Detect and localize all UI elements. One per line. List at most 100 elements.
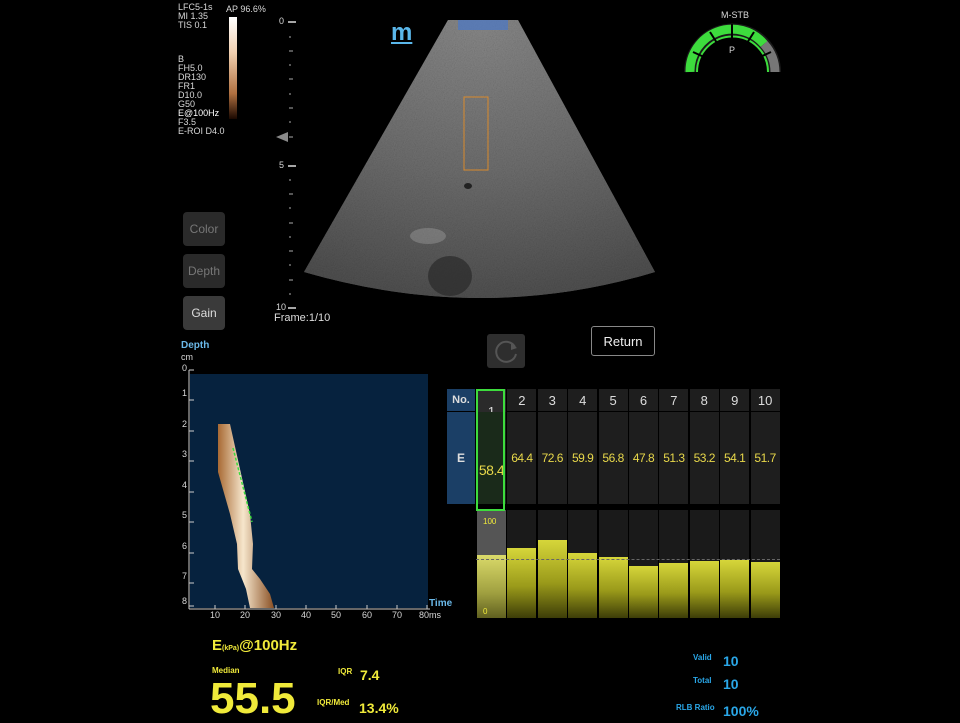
y-tick: 8	[182, 596, 188, 606]
depth-tick-label: 10	[276, 302, 287, 312]
selected-column-outline	[476, 389, 505, 511]
focus-marker-icon	[276, 132, 288, 142]
column-number[interactable]: 5	[598, 389, 628, 411]
e-bar	[537, 539, 567, 618]
e-bar-column	[659, 510, 689, 618]
x-tick: 30	[271, 610, 282, 620]
refresh-icon	[495, 340, 517, 363]
e-bar	[629, 566, 658, 618]
y-tick: 2	[182, 419, 188, 429]
column-number[interactable]: 7	[659, 389, 689, 411]
y-tick: 6	[182, 541, 188, 551]
iqr-value: 7.4	[360, 667, 380, 683]
tis-value: TIS 0.1	[178, 20, 208, 30]
ratio-label: RLB Ratio	[676, 703, 715, 712]
mode-param: E-ROI D4.0	[178, 126, 225, 136]
e-bar-column	[507, 510, 537, 618]
e-value-cell[interactable]: 72.6	[537, 412, 567, 504]
valid-value: 10	[723, 653, 739, 669]
column-number[interactable]: 2	[507, 389, 537, 411]
refresh-button[interactable]	[487, 334, 525, 368]
e-value-cell[interactable]: 51.7	[750, 412, 780, 504]
e-bar-column	[629, 510, 658, 618]
y-tick: 4	[182, 480, 188, 490]
e-bar-column	[598, 510, 628, 618]
stability-mark: P	[729, 45, 736, 55]
e-value-cell[interactable]: 54.1	[720, 412, 750, 504]
e-value-cell[interactable]: 47.8	[629, 412, 658, 504]
probe-params: LFC5-1s MI 1.35 TIS 0.1	[178, 3, 213, 30]
e-value-cell[interactable]: 59.9	[568, 412, 598, 504]
e-bar	[477, 554, 506, 618]
e-value-cell[interactable]: 53.2	[689, 412, 719, 504]
bar-min-label: 0	[483, 607, 488, 616]
iqr-label: IQR	[338, 667, 353, 676]
gain-button[interactable]: Gain	[183, 296, 225, 330]
gray-map-bar	[229, 17, 237, 119]
logo-mark-icon: m	[391, 19, 413, 46]
column-number[interactable]: 9	[720, 389, 750, 411]
result-title-unit: (kPa)	[222, 645, 240, 652]
e-bar	[750, 562, 780, 618]
x-tick: 70	[392, 610, 403, 620]
median-guide-line	[476, 559, 780, 560]
total-label: Total	[693, 676, 712, 685]
e-bar-column	[568, 510, 598, 618]
column-number[interactable]: 4	[568, 389, 598, 411]
x-tick: 20	[240, 610, 251, 620]
result-title-e: E	[212, 637, 223, 654]
depth-scale	[276, 21, 296, 309]
ap-value: AP 96.6%	[226, 4, 266, 14]
e-bar-column	[689, 510, 719, 618]
x-tick: 50	[331, 610, 342, 620]
e-bar-column	[750, 510, 780, 618]
e-value-cell[interactable]: 56.8	[598, 412, 628, 504]
y-tick: 7	[182, 571, 188, 581]
column-number[interactable]: 10	[750, 389, 780, 411]
e-bar	[689, 560, 719, 618]
y-tick: 3	[182, 449, 188, 459]
column-number[interactable]: 6	[629, 389, 658, 411]
e-header: E	[447, 412, 475, 504]
e-bar	[720, 559, 750, 618]
e-value-cell[interactable]: 51.3	[659, 412, 689, 504]
x-tick: 80	[419, 610, 430, 620]
ratio-value: 100%	[723, 703, 759, 719]
median-value: 55.5	[210, 674, 296, 723]
x-tick: 60	[362, 610, 373, 620]
no-header: No.	[447, 389, 475, 411]
column-number[interactable]: 8	[689, 389, 719, 411]
depth-button[interactable]: Depth	[183, 254, 225, 288]
color-button[interactable]: Color	[183, 212, 225, 246]
return-button[interactable]: Return	[591, 326, 655, 356]
e-bar-column	[477, 510, 506, 618]
e-bar	[659, 562, 689, 618]
total-value: 10	[723, 676, 739, 692]
e-bar-column	[720, 510, 750, 618]
valid-label: Valid	[693, 653, 712, 662]
mmode-unit: cm	[181, 352, 193, 362]
x-tick: 10	[210, 610, 221, 620]
bar-max-label: 100	[483, 517, 497, 526]
mmode-title: Depth	[181, 340, 210, 351]
iqr-med-label: IQR/Med	[317, 698, 350, 707]
depth-tick-label: 5	[279, 160, 285, 170]
mmode-axes	[188, 369, 430, 610]
mode-params: B FH5.0 DR130 FR1 D10.0 G50 E@100Hz F3.5…	[178, 55, 225, 136]
depth-tick-label: 0	[279, 16, 285, 26]
e-bar-column	[537, 510, 567, 618]
x-tick: 40	[301, 610, 312, 620]
iqr-med-value: 13.4%	[359, 700, 399, 716]
ultrasound-image[interactable]	[300, 14, 660, 314]
y-tick: 1	[182, 388, 188, 398]
x-axis-label: Time	[429, 598, 453, 609]
y-tick: 0	[182, 363, 188, 373]
e-bar	[568, 553, 598, 618]
result-title-freq: @100Hz	[239, 637, 298, 654]
y-tick: 5	[182, 510, 188, 520]
column-number[interactable]: 3	[537, 389, 567, 411]
stability-label: M-STB	[721, 10, 749, 20]
x-unit: ms	[429, 610, 441, 620]
result-title: E(kPa)@100Hz	[212, 637, 297, 654]
e-value-cell[interactable]: 64.4	[507, 412, 537, 504]
